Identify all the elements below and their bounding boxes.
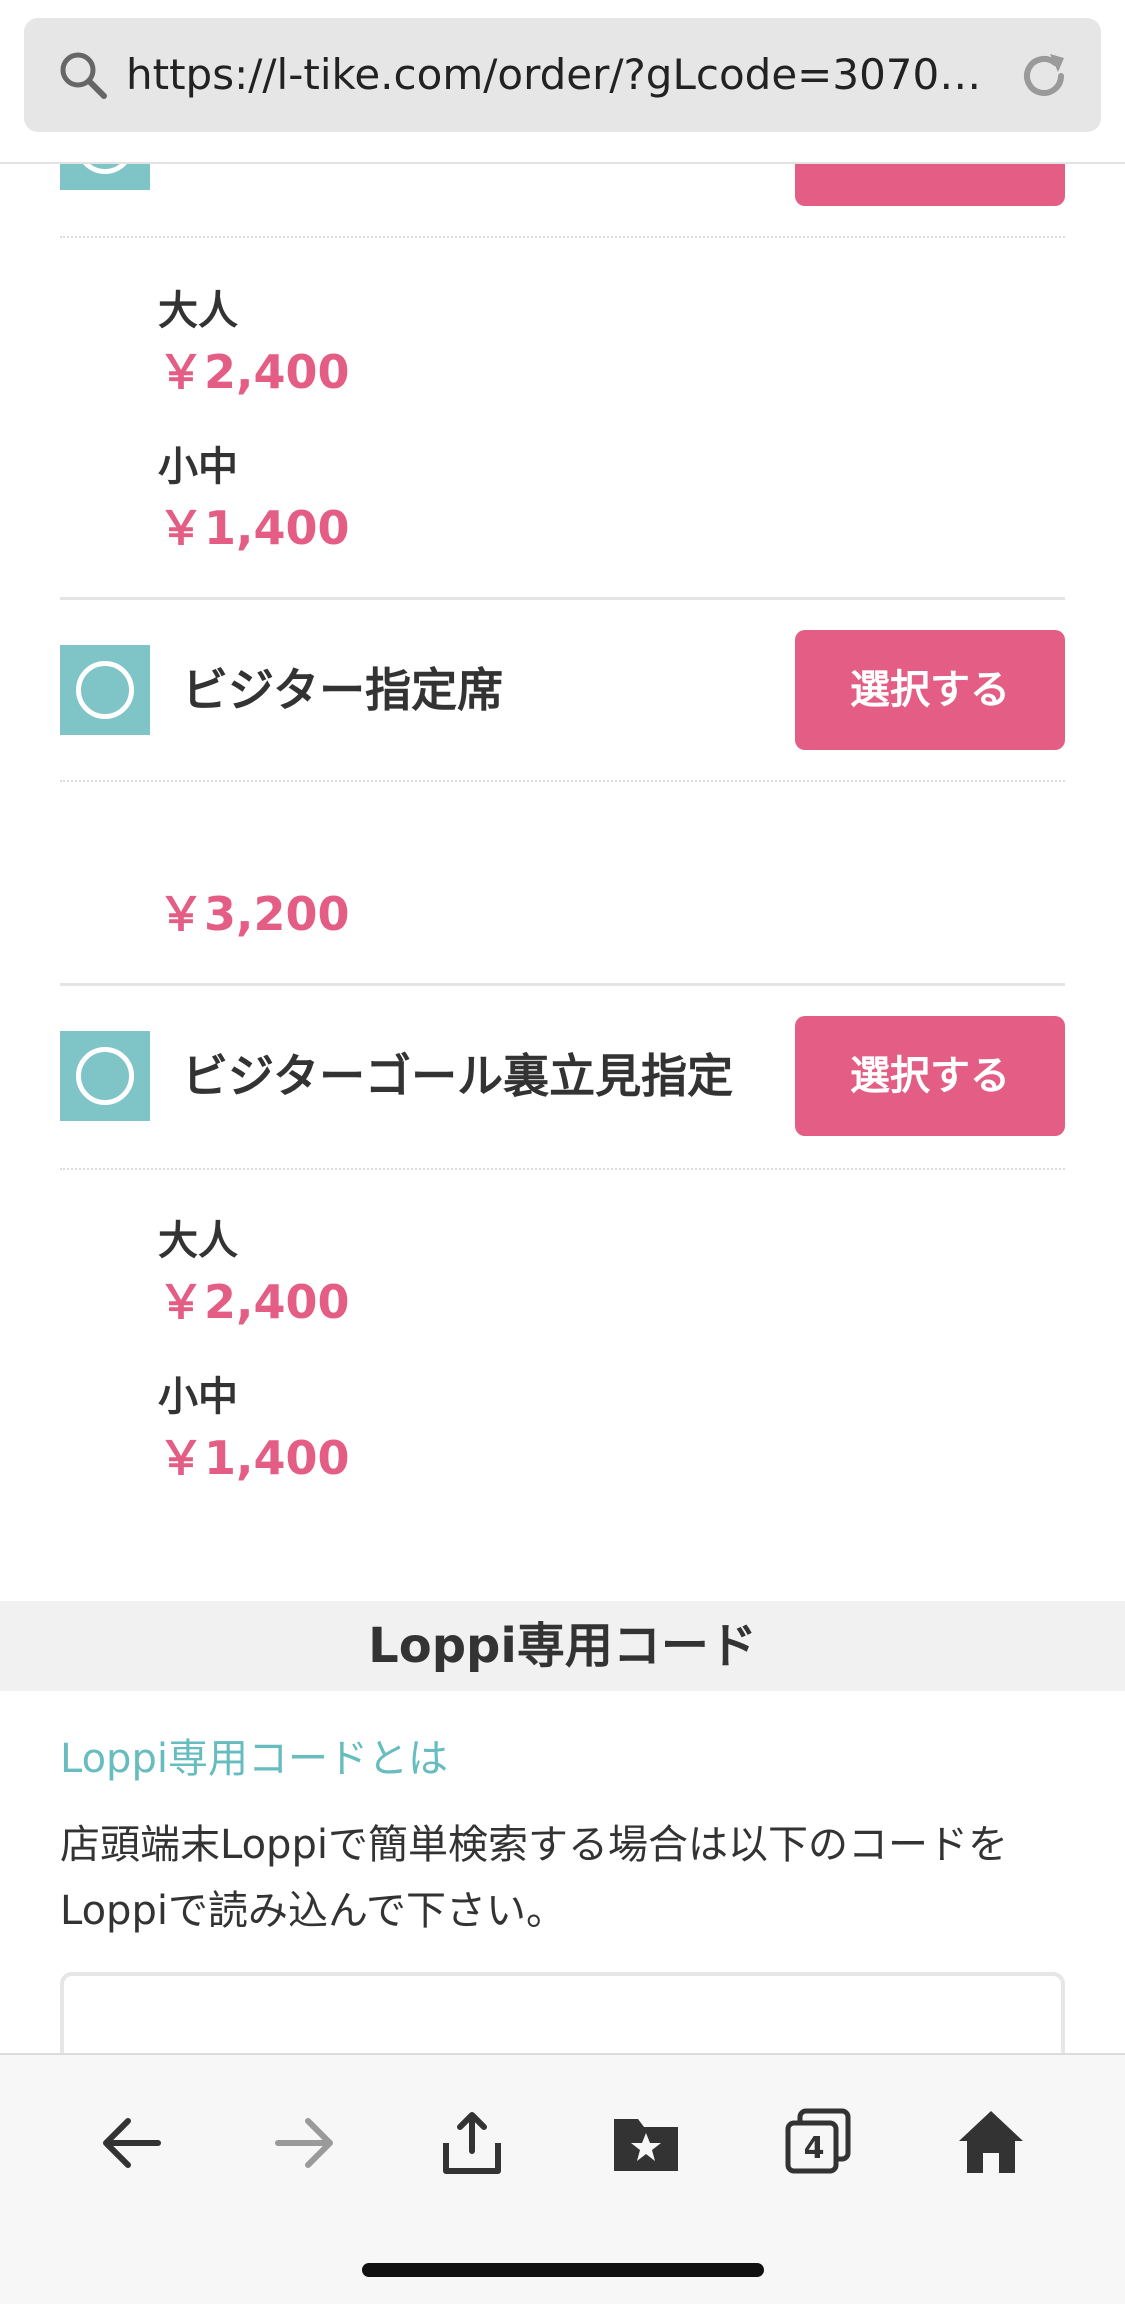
loppi-description: 店頭端末Loppiで簡単検索する場合は以下のコードをLoppiで読み込んで下さい… <box>60 1822 1008 1934</box>
loppi-code-info-link[interactable]: Loppi専用コードとは <box>60 1726 448 1784</box>
divider <box>60 1168 1065 1170</box>
price-value-child: ￥1,400 <box>158 501 350 555</box>
share-icon <box>443 2112 501 2174</box>
seat-radio-button[interactable] <box>60 645 150 735</box>
loppi-section-header: Loppi専用コード <box>0 1601 1125 1691</box>
seat-option-row[interactable]: ビジター指定席 選択する <box>60 630 1065 750</box>
browser-address-bar: https://l-tike.com/order/?gLcode=30701… <box>0 0 1125 164</box>
price-value-adult: ￥2,400 <box>158 345 350 399</box>
price-label-child: 小中 <box>158 1374 238 1420</box>
arrow-left-icon <box>103 2118 161 2168</box>
home-button[interactable] <box>951 2103 1031 2183</box>
search-icon <box>60 52 107 99</box>
price-label-adult: 大人 <box>158 288 238 334</box>
bookmark-folder-icon <box>614 2119 678 2171</box>
seat-name: ビジターゴール裏立見指定 <box>182 1049 734 1103</box>
share-button[interactable] <box>432 2103 512 2183</box>
back-button[interactable] <box>92 2103 172 2183</box>
home-icon <box>959 2111 1023 2173</box>
select-button[interactable]: 選択する <box>795 630 1065 750</box>
url-text: https://l-tike.com/order/?gLcode=30701… <box>126 50 1006 99</box>
tab-count: 4 <box>803 2131 825 2166</box>
bookmarks-button[interactable] <box>606 2103 686 2183</box>
seat-option-row[interactable]: ビジターゴール裏立見指定 選択する <box>60 1016 1065 1136</box>
price-label-child: 小中 <box>158 444 238 490</box>
home-indicator <box>362 2263 764 2277</box>
radio-ring-icon <box>76 661 134 719</box>
divider <box>60 236 1065 238</box>
seat-radio-button[interactable] <box>60 1031 150 1121</box>
url-field[interactable]: https://l-tike.com/order/?gLcode=30701… <box>24 18 1101 132</box>
section-divider <box>60 597 1065 600</box>
section-divider <box>60 983 1065 986</box>
tabs-button[interactable]: 4 <box>778 2103 858 2183</box>
radio-ring-icon <box>76 1047 134 1105</box>
forward-button[interactable] <box>264 2103 344 2183</box>
divider <box>60 780 1065 782</box>
reload-icon[interactable] <box>1014 46 1074 106</box>
order-page-content: 大人 ￥2,400 小中 ￥1,400 ビジター指定席 選択する ￥3,200 … <box>0 0 1125 2304</box>
price-label-adult: 大人 <box>158 1218 238 1264</box>
arrow-right-icon <box>275 2118 333 2168</box>
price-value-child: ￥1,400 <box>158 1431 350 1485</box>
seat-name: ビジター指定席 <box>182 663 504 717</box>
select-button[interactable]: 選択する <box>795 1016 1065 1136</box>
price-value-adult: ￥2,400 <box>158 1275 350 1329</box>
price-value: ￥3,200 <box>158 887 350 941</box>
